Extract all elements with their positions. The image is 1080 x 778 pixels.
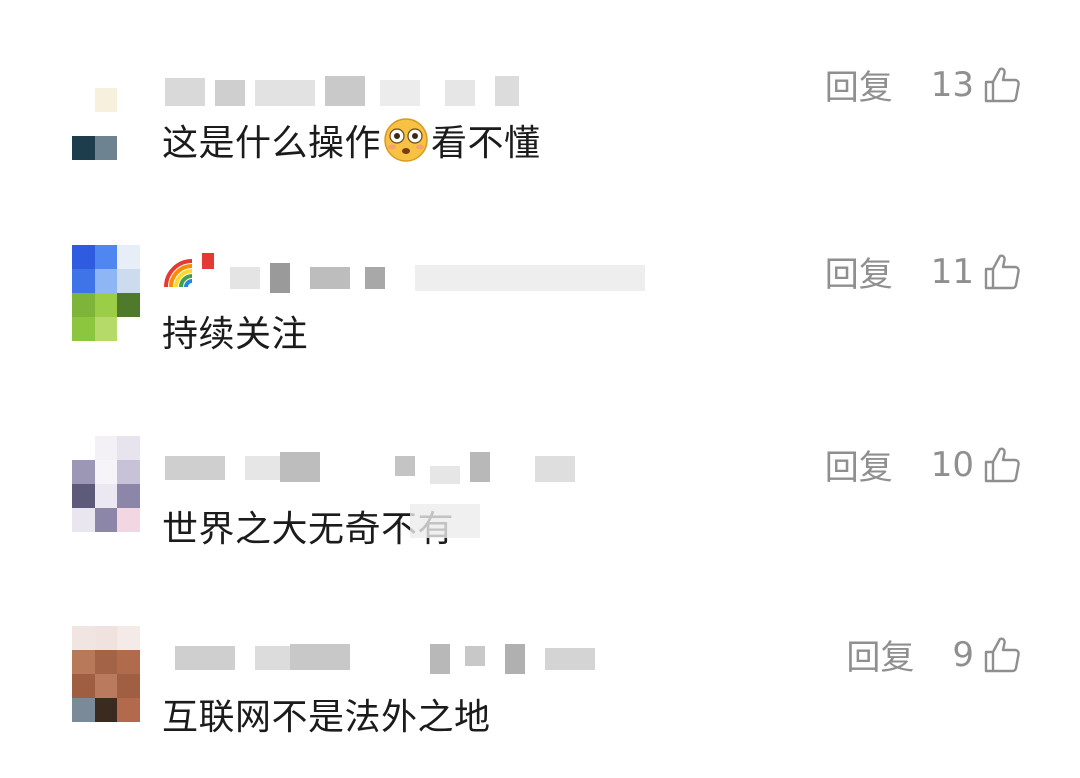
- comment-text-part: 持续关注: [162, 314, 309, 355]
- avatar[interactable]: [72, 245, 140, 341]
- rainbow-flag-icon: [164, 253, 214, 288]
- comment-text-part: 看不懂: [431, 123, 541, 164]
- comment-text-part: 这是什么操作: [162, 123, 382, 164]
- comment-item: 这是什么操作 看不懂 回复 13: [0, 60, 1080, 210]
- comment-actions: 回复 9: [846, 630, 1022, 679]
- thumbs-up-icon[interactable]: [982, 65, 1022, 105]
- comment-actions: 回复 11: [825, 247, 1022, 296]
- thumbs-up-icon[interactable]: [982, 252, 1022, 292]
- comment-actions: 回复 13: [825, 60, 1022, 109]
- comment-text: 持续关注: [162, 305, 308, 357]
- thumbs-up-icon[interactable]: [982, 445, 1022, 485]
- avatar[interactable]: [72, 436, 140, 532]
- like-count: 13: [930, 64, 974, 105]
- comment-item: 世界之大无奇不有 回复 10: [0, 436, 1080, 586]
- reply-button[interactable]: 回复: [846, 630, 914, 679]
- comment-text-part: 互联网不是法外之地: [162, 697, 491, 738]
- reply-button[interactable]: 回复: [825, 247, 893, 296]
- username-blurred[interactable]: [165, 72, 525, 106]
- reply-button[interactable]: 回复: [825, 440, 893, 489]
- comment-item: 互联网不是法外之地 回复 9: [0, 626, 1080, 776]
- thumbs-up-icon[interactable]: [982, 635, 1022, 675]
- comment-item: 持续关注 回复 11: [0, 245, 1080, 395]
- username-blurred[interactable]: [230, 259, 650, 293]
- flushed-face-emoji: [384, 118, 428, 162]
- avatar[interactable]: [72, 626, 140, 722]
- like-count: 11: [930, 251, 974, 292]
- reply-button[interactable]: 回复: [825, 60, 893, 109]
- comment-text: 互联网不是法外之地: [162, 688, 491, 740]
- comment-text: 这是什么操作 看不懂: [162, 114, 541, 166]
- username-blurred[interactable]: [165, 640, 605, 674]
- blur-smudge: [410, 504, 480, 538]
- avatar[interactable]: [72, 88, 140, 184]
- like-count: 10: [930, 444, 974, 485]
- like-count: 9: [952, 634, 974, 675]
- username-blurred[interactable]: [165, 450, 585, 484]
- comment-actions: 回复 10: [825, 440, 1022, 489]
